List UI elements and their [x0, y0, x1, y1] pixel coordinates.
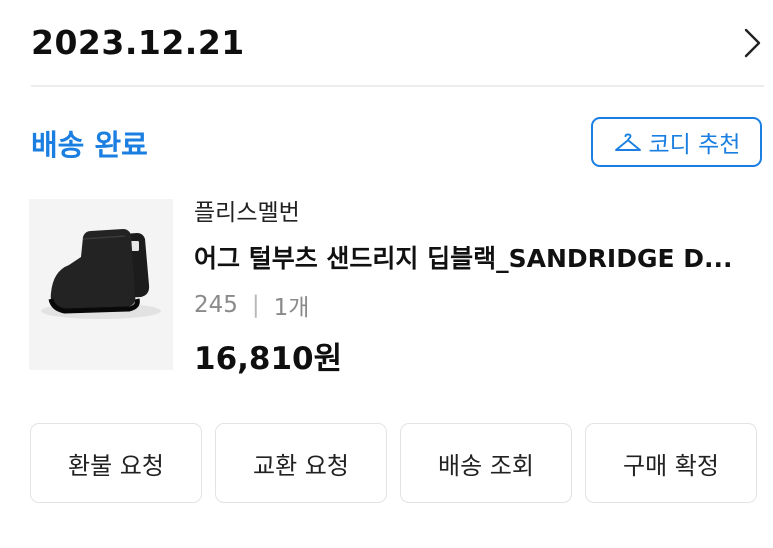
- product-options: 245 | 1개: [194, 288, 309, 322]
- chevron-right-icon[interactable]: [738, 26, 766, 60]
- product-name[interactable]: 어그 털부츠 샌드리지 딥블랙_SANDRIDGE D...: [194, 239, 759, 275]
- product-price: 16,810원: [194, 341, 343, 377]
- confirm-purchase-button[interactable]: 구매 확정: [585, 423, 757, 503]
- delivery-status: 배송 완료: [31, 128, 148, 162]
- option-size: 245: [194, 292, 238, 318]
- product-brand[interactable]: 플리스멜번: [194, 193, 300, 227]
- track-delivery-button[interactable]: 배송 조회: [400, 423, 572, 503]
- hanger-icon: [613, 130, 643, 154]
- option-separator: |: [251, 292, 260, 318]
- exchange-request-button[interactable]: 교환 요청: [215, 423, 387, 503]
- refund-request-button[interactable]: 환불 요청: [30, 423, 202, 503]
- header-divider: [31, 85, 764, 87]
- codi-button-label: 코디 추천: [648, 132, 741, 158]
- product-thumbnail[interactable]: [29, 199, 173, 370]
- option-quantity: 1개: [273, 295, 310, 321]
- codi-recommend-button[interactable]: 코디 추천: [591, 117, 762, 167]
- order-date: 2023.12.21: [31, 23, 245, 62]
- boot-image: [29, 199, 173, 370]
- order-actions: 환불 요청 교환 요청 배송 조회 구매 확정: [30, 423, 757, 505]
- order-header[interactable]: 2023.12.21: [0, 0, 773, 86]
